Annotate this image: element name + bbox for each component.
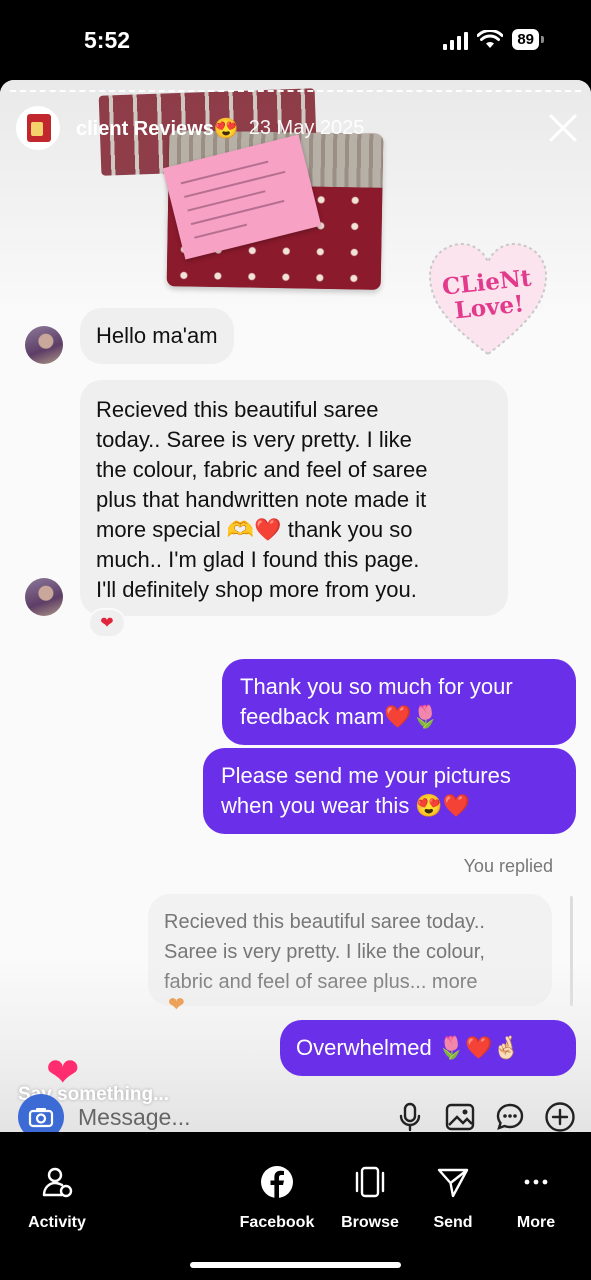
profile-avatar[interactable]	[16, 106, 60, 150]
facebook-icon	[261, 1166, 293, 1198]
client-love-sticker: CLieNt Love!	[428, 242, 548, 358]
message-line: when you wear this 😍❤️	[221, 793, 471, 818]
home-indicator	[190, 1262, 401, 1268]
nav-activity-label: Activity	[28, 1214, 86, 1231]
nav-send-label: Send	[433, 1214, 473, 1231]
message-line: the colour, fabric and feel of saree	[96, 457, 428, 482]
sender-avatar	[25, 578, 63, 616]
message-line: much.. I'm glad I found this page.	[96, 547, 420, 572]
nav-browse-label: Browse	[341, 1214, 399, 1231]
quote-heart-icon: ❤	[168, 994, 185, 1016]
gallery-button[interactable]	[442, 1099, 478, 1132]
sticker-button[interactable]	[492, 1099, 528, 1132]
message-text: Overwhelmed 🌷❤️🤞🏻	[296, 1035, 521, 1060]
message-line: Please send me your pictures	[221, 763, 511, 788]
message-line: feedback mam❤️🌷	[240, 704, 440, 729]
gallery-icon	[445, 1103, 475, 1131]
nav-facebook-label: Facebook	[239, 1214, 315, 1231]
message-outgoing-pictures: Please send me your pictures when you we…	[203, 748, 576, 834]
story-username[interactable]: client Reviews😍	[76, 116, 239, 141]
message-bar: Message...	[18, 1092, 578, 1132]
message-line: Thank you so much for your	[240, 674, 513, 699]
message-outgoing-overwhelmed: Overwhelmed 🌷❤️🤞🏻	[280, 1020, 576, 1076]
message-hello: Hello ma'am	[80, 308, 234, 364]
message-input[interactable]: Message...	[78, 1104, 378, 1131]
story-card[interactable]: CLieNt Love! client Reviews😍 23 May 2025…	[0, 80, 591, 1132]
story-date: 23 May 2025	[248, 116, 365, 139]
you-replied-label: You replied	[463, 856, 553, 876]
plus-circle-icon	[545, 1102, 575, 1132]
close-icon	[549, 114, 577, 142]
quote-line: fabric and feel of saree plus... more	[164, 971, 478, 993]
cellular-signal-icon	[443, 30, 469, 50]
message-line: more special 🫶❤️ thank you so	[96, 517, 413, 542]
more-icon	[524, 1179, 548, 1185]
chat-bubble-icon	[496, 1103, 524, 1130]
status-bar: 5:52 89	[0, 0, 591, 80]
nav-facebook[interactable]: Facebook	[229, 1162, 325, 1232]
heart-reaction[interactable]: ❤	[88, 608, 126, 638]
nav-activity[interactable]: Activity	[9, 1162, 105, 1232]
message-outgoing-thanks: Thank you so much for your feedback mam❤…	[222, 659, 576, 745]
message-line: plus that handwritten note made it	[96, 487, 427, 512]
microphone-icon	[399, 1102, 421, 1132]
message-line: I'll definitely shop more from you.	[96, 577, 417, 602]
nav-browse[interactable]: Browse	[322, 1162, 418, 1232]
bottom-nav: Activity Facebook Browse Send More	[0, 1132, 591, 1280]
add-button[interactable]	[542, 1099, 578, 1132]
status-icons: 89	[443, 29, 544, 50]
battery-indicator: 89	[512, 29, 544, 50]
quote-line: Recieved this beautiful saree today..	[164, 911, 485, 933]
quote-line: Saree is very pretty. I like the colour,	[164, 941, 485, 963]
camera-icon	[28, 1108, 54, 1128]
reply-quote: Recieved this beautiful saree today.. Sa…	[148, 894, 552, 1006]
nav-more-label: More	[516, 1214, 556, 1231]
status-time: 5:52	[84, 27, 131, 53]
camera-button[interactable]	[18, 1094, 64, 1132]
nav-more[interactable]: More	[488, 1162, 584, 1232]
story-progress-bar	[10, 90, 581, 92]
nav-send[interactable]: Send	[405, 1162, 501, 1232]
close-button[interactable]	[545, 110, 581, 146]
story-header: client Reviews😍 23 May 2025	[16, 106, 364, 150]
browse-icon	[355, 1166, 385, 1198]
sender-avatar	[25, 326, 63, 364]
message-text: Hello ma'am	[96, 323, 218, 348]
send-icon	[437, 1168, 469, 1198]
wifi-icon	[477, 29, 504, 48]
message-line: today.. Saree is very pretty. I like	[96, 427, 412, 452]
message-line: Recieved this beautiful saree	[96, 397, 379, 422]
scrollbar	[570, 896, 573, 1006]
message-review: Recieved this beautiful saree today.. Sa…	[80, 380, 508, 616]
activity-icon	[42, 1167, 73, 1198]
microphone-button[interactable]	[392, 1099, 428, 1132]
